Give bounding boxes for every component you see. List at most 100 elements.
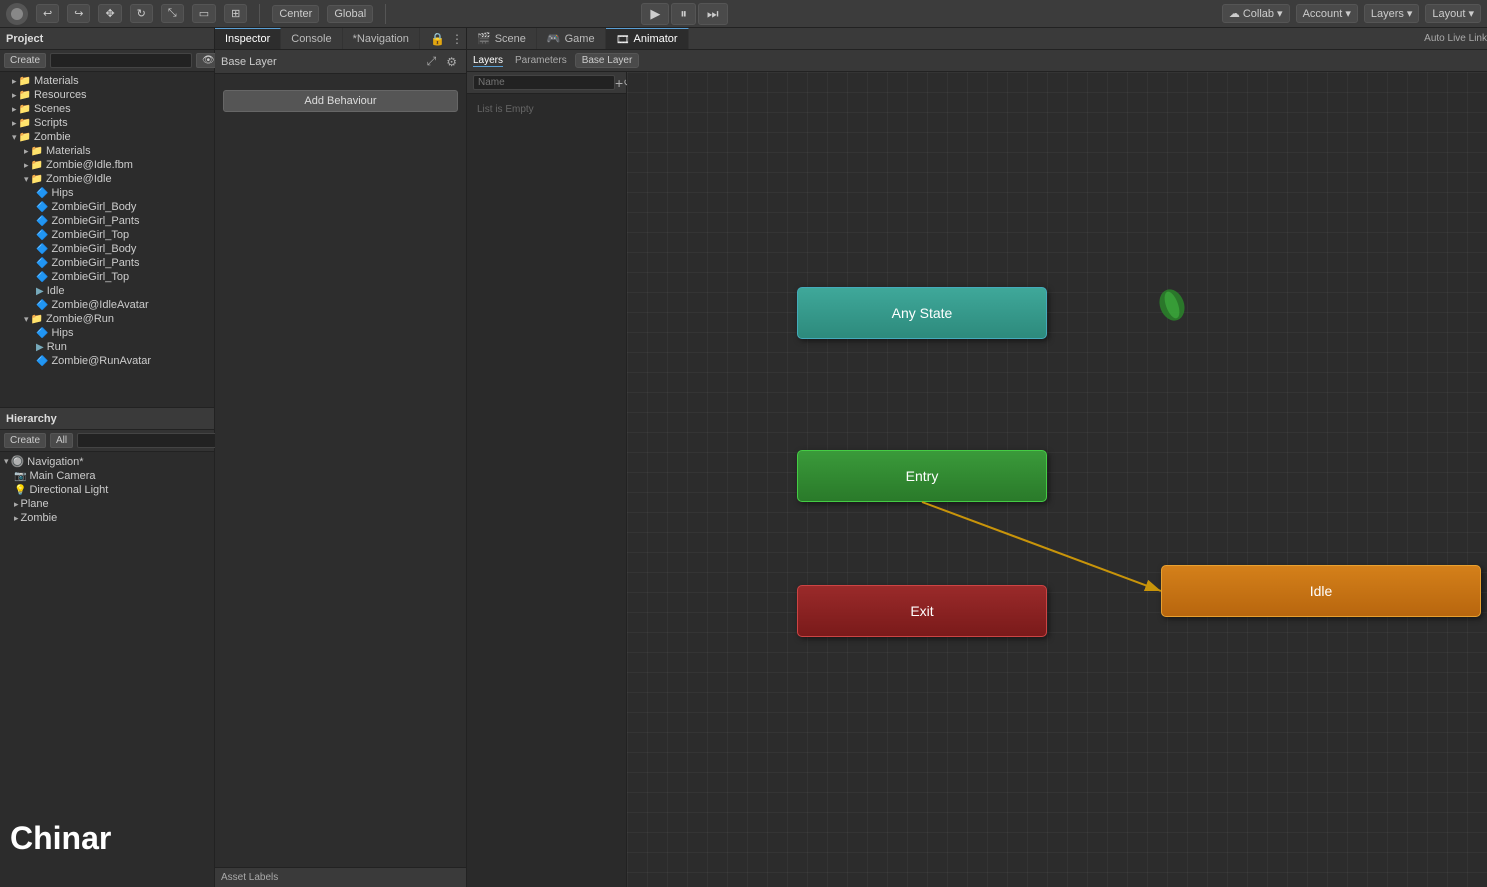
transform-button[interactable]: ⊞ bbox=[224, 4, 247, 23]
tab-scene[interactable]: 🎬 Scene bbox=[467, 28, 537, 49]
list-item[interactable]: ▸📁Materials bbox=[0, 144, 214, 158]
base-layer-label: Base Layer bbox=[221, 56, 277, 68]
list-item[interactable]: 💡Directional Light bbox=[0, 483, 214, 497]
hierarchy-header: Hierarchy bbox=[0, 408, 214, 430]
list-item[interactable]: ▾🔘 Navigation* bbox=[0, 454, 214, 469]
animator-area: 🎬 Scene 🎮 Game 🎞 Animator Auto Live Link… bbox=[467, 28, 1487, 887]
list-item[interactable]: 🔷Zombie@RunAvatar bbox=[0, 354, 214, 368]
global-button[interactable]: Global bbox=[327, 5, 373, 23]
hierarchy-panel: Hierarchy Create All ≡ ▾🔘 Navigation* 📷M… bbox=[0, 408, 214, 887]
tab-animator[interactable]: 🎞 Animator bbox=[606, 28, 689, 49]
base-layer-button[interactable]: Base Layer bbox=[575, 53, 640, 68]
center-label: Center bbox=[279, 8, 312, 20]
tab-inspector[interactable]: Inspector bbox=[215, 28, 281, 49]
separator-1 bbox=[259, 4, 260, 24]
animator-body: + ↺ List is Empty Any State Entry bbox=[467, 72, 1487, 887]
node-exit[interactable]: Exit bbox=[797, 585, 1047, 637]
list-item[interactable]: 🔷ZombieGirl_Top bbox=[0, 270, 214, 284]
hier-create-button[interactable]: Create bbox=[4, 433, 46, 448]
list-item[interactable]: 🔷ZombieGirl_Top bbox=[0, 228, 214, 242]
hierarchy-search[interactable] bbox=[77, 433, 219, 448]
hierarchy-title: Hierarchy bbox=[6, 413, 57, 425]
animator-canvas[interactable]: Any State Entry Exit Idle bbox=[627, 72, 1487, 887]
scale-button[interactable]: ⤡ bbox=[161, 4, 184, 23]
list-item[interactable]: ▸📁Zombie@Idle.fbm bbox=[0, 158, 214, 172]
translate-button[interactable]: ✥ bbox=[98, 4, 121, 23]
layers-button[interactable]: Layers ▾ bbox=[1364, 4, 1420, 23]
project-tree: ▸📁Materials ▸📁Resources ▸📁Scenes ▸📁Scrip… bbox=[0, 72, 214, 407]
collab-button[interactable]: ☁ Collab ▾ bbox=[1222, 4, 1290, 23]
list-item[interactable]: 🔷Hips bbox=[0, 326, 214, 340]
game-label: Game bbox=[565, 33, 595, 45]
list-item[interactable]: 🔷ZombieGirl_Body bbox=[0, 200, 214, 214]
list-item[interactable]: ▾📁Zombie@Run bbox=[0, 312, 214, 326]
project-panel: Project Create 👁 ≡ ▸📁Materials ▸📁Resourc… bbox=[0, 28, 214, 408]
rect-button[interactable]: ▭ bbox=[192, 4, 216, 23]
list-item[interactable]: 🔷ZombieGirl_Pants bbox=[0, 214, 214, 228]
scene-label: Scene bbox=[495, 33, 526, 45]
expand-icon[interactable]: ⤢ bbox=[424, 54, 440, 69]
add-param-button[interactable]: + bbox=[615, 75, 623, 91]
inspector-panel: Inspector Console *Navigation 🔒 ⋮ Base L… bbox=[215, 28, 467, 887]
lock-icon[interactable]: 🔒 bbox=[427, 32, 448, 46]
auto-live-link: Auto Live Link bbox=[1424, 33, 1487, 44]
layers-label: Layers bbox=[1371, 8, 1404, 20]
redo-button[interactable]: ↪ bbox=[67, 4, 90, 23]
project-toolbar: Create 👁 ≡ bbox=[0, 50, 214, 72]
anim-tab-parameters[interactable]: Parameters bbox=[515, 55, 567, 66]
all-button[interactable]: All bbox=[50, 433, 73, 448]
list-item[interactable]: ▸📁Scripts bbox=[0, 116, 214, 130]
list-item[interactable]: ▾📁Zombie@Idle bbox=[0, 172, 214, 186]
tab-console[interactable]: Console bbox=[281, 28, 342, 49]
list-item[interactable]: ▸📁Materials bbox=[0, 74, 214, 88]
animator-toolbar: Layers Parameters Base Layer bbox=[467, 50, 1487, 72]
list-item[interactable]: ▸📁Scenes bbox=[0, 102, 214, 116]
list-item[interactable]: ▶Run bbox=[0, 340, 214, 354]
project-search[interactable] bbox=[50, 53, 192, 68]
right-tab-bar: 🎬 Scene 🎮 Game 🎞 Animator Auto Live Link bbox=[467, 28, 1487, 50]
exit-label: Exit bbox=[910, 603, 933, 619]
list-item[interactable]: ▶Idle bbox=[0, 284, 214, 298]
node-entry[interactable]: Entry bbox=[797, 450, 1047, 502]
center-button[interactable]: Center bbox=[272, 5, 319, 23]
topbar: ↩ ↪ ✥ ↻ ⤡ ▭ ⊞ Center Global ▶ ⏸ ⏭ ☁ Coll… bbox=[0, 0, 1487, 28]
node-any-state[interactable]: Any State bbox=[797, 287, 1047, 339]
list-item[interactable]: 🔷Zombie@IdleAvatar bbox=[0, 298, 214, 312]
list-item[interactable]: ▸📁Resources bbox=[0, 88, 214, 102]
idle-label: Idle bbox=[1310, 583, 1333, 599]
more-icon[interactable]: ⋮ bbox=[448, 32, 466, 46]
game-icon: 🎮 bbox=[547, 32, 561, 45]
playmode-controls: ▶ ⏸ ⏭ bbox=[641, 3, 727, 25]
play-button[interactable]: ▶ bbox=[641, 3, 669, 25]
account-button[interactable]: Account ▾ bbox=[1296, 4, 1358, 23]
collab-arrow: ▾ bbox=[1277, 7, 1283, 20]
account-arrow: ▾ bbox=[1345, 7, 1351, 20]
params-search[interactable] bbox=[473, 75, 615, 90]
list-item[interactable]: ▾📁Zombie bbox=[0, 130, 214, 144]
undo-button[interactable]: ↩ bbox=[36, 4, 59, 23]
list-item[interactable]: ▸Zombie bbox=[0, 511, 214, 525]
list-item[interactable]: ▸Plane bbox=[0, 497, 214, 511]
inspector-tab-bar: Inspector Console *Navigation 🔒 ⋮ bbox=[215, 28, 466, 50]
list-item[interactable]: 📷Main Camera bbox=[0, 469, 214, 483]
add-behaviour-button[interactable]: Add Behaviour bbox=[223, 90, 458, 112]
leaf-icon bbox=[1157, 287, 1187, 323]
tab-navigation[interactable]: *Navigation bbox=[343, 28, 420, 49]
params-panel: + ↺ List is Empty bbox=[467, 72, 627, 887]
add-behaviour-container: Add Behaviour bbox=[223, 82, 458, 112]
gear-icon[interactable]: ⚙ bbox=[443, 54, 460, 69]
scene-icon: 🎬 bbox=[477, 32, 491, 45]
any-state-label: Any State bbox=[892, 305, 953, 321]
create-button[interactable]: Create bbox=[4, 53, 46, 68]
list-item[interactable]: 🔷ZombieGirl_Pants bbox=[0, 256, 214, 270]
node-idle[interactable]: Idle bbox=[1161, 565, 1481, 617]
topbar-right: ☁ Collab ▾ Account ▾ Layers ▾ Layout ▾ bbox=[1222, 4, 1481, 23]
anim-tab-layers[interactable]: Layers bbox=[473, 55, 503, 67]
list-item[interactable]: 🔷ZombieGirl_Body bbox=[0, 242, 214, 256]
pause-button[interactable]: ⏸ bbox=[671, 3, 696, 25]
tab-game[interactable]: 🎮 Game bbox=[537, 28, 606, 49]
layout-button[interactable]: Layout ▾ bbox=[1425, 4, 1481, 23]
list-item[interactable]: 🔷Hips bbox=[0, 186, 214, 200]
rotate-button[interactable]: ↻ bbox=[130, 4, 153, 23]
step-button[interactable]: ⏭ bbox=[698, 3, 728, 25]
